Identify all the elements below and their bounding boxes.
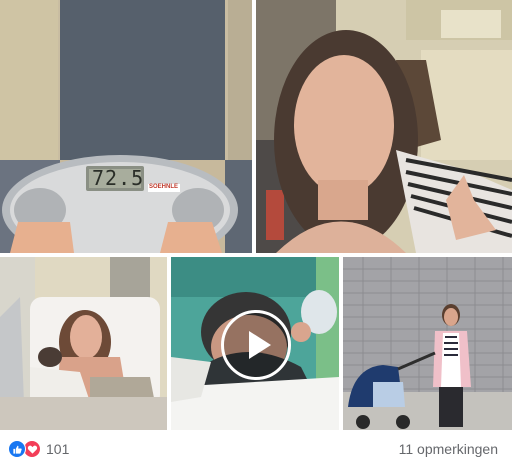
scale-brand-text: SOEHNLE [149, 184, 179, 190]
scale-display-text: 72.5 [92, 166, 145, 190]
photo-hospital[interactable] [0, 257, 167, 430]
play-button[interactable] [221, 309, 291, 380]
play-icon [249, 330, 271, 359]
reactions-summary[interactable]: 101 [8, 440, 69, 458]
like-icon [8, 440, 26, 458]
photo-selfie[interactable] [256, 0, 512, 253]
reactions-count: 101 [46, 441, 70, 457]
post-footer: 101 11 opmerkingen [0, 430, 512, 467]
photo-grid: 72.5 SOEHNLE [0, 0, 512, 430]
photo-stroller[interactable] [343, 257, 512, 430]
video-baby[interactable] [171, 257, 339, 430]
comments-count-link[interactable]: 11 opmerkingen [399, 441, 498, 457]
photo-scale[interactable]: 72.5 SOEHNLE [0, 0, 252, 253]
